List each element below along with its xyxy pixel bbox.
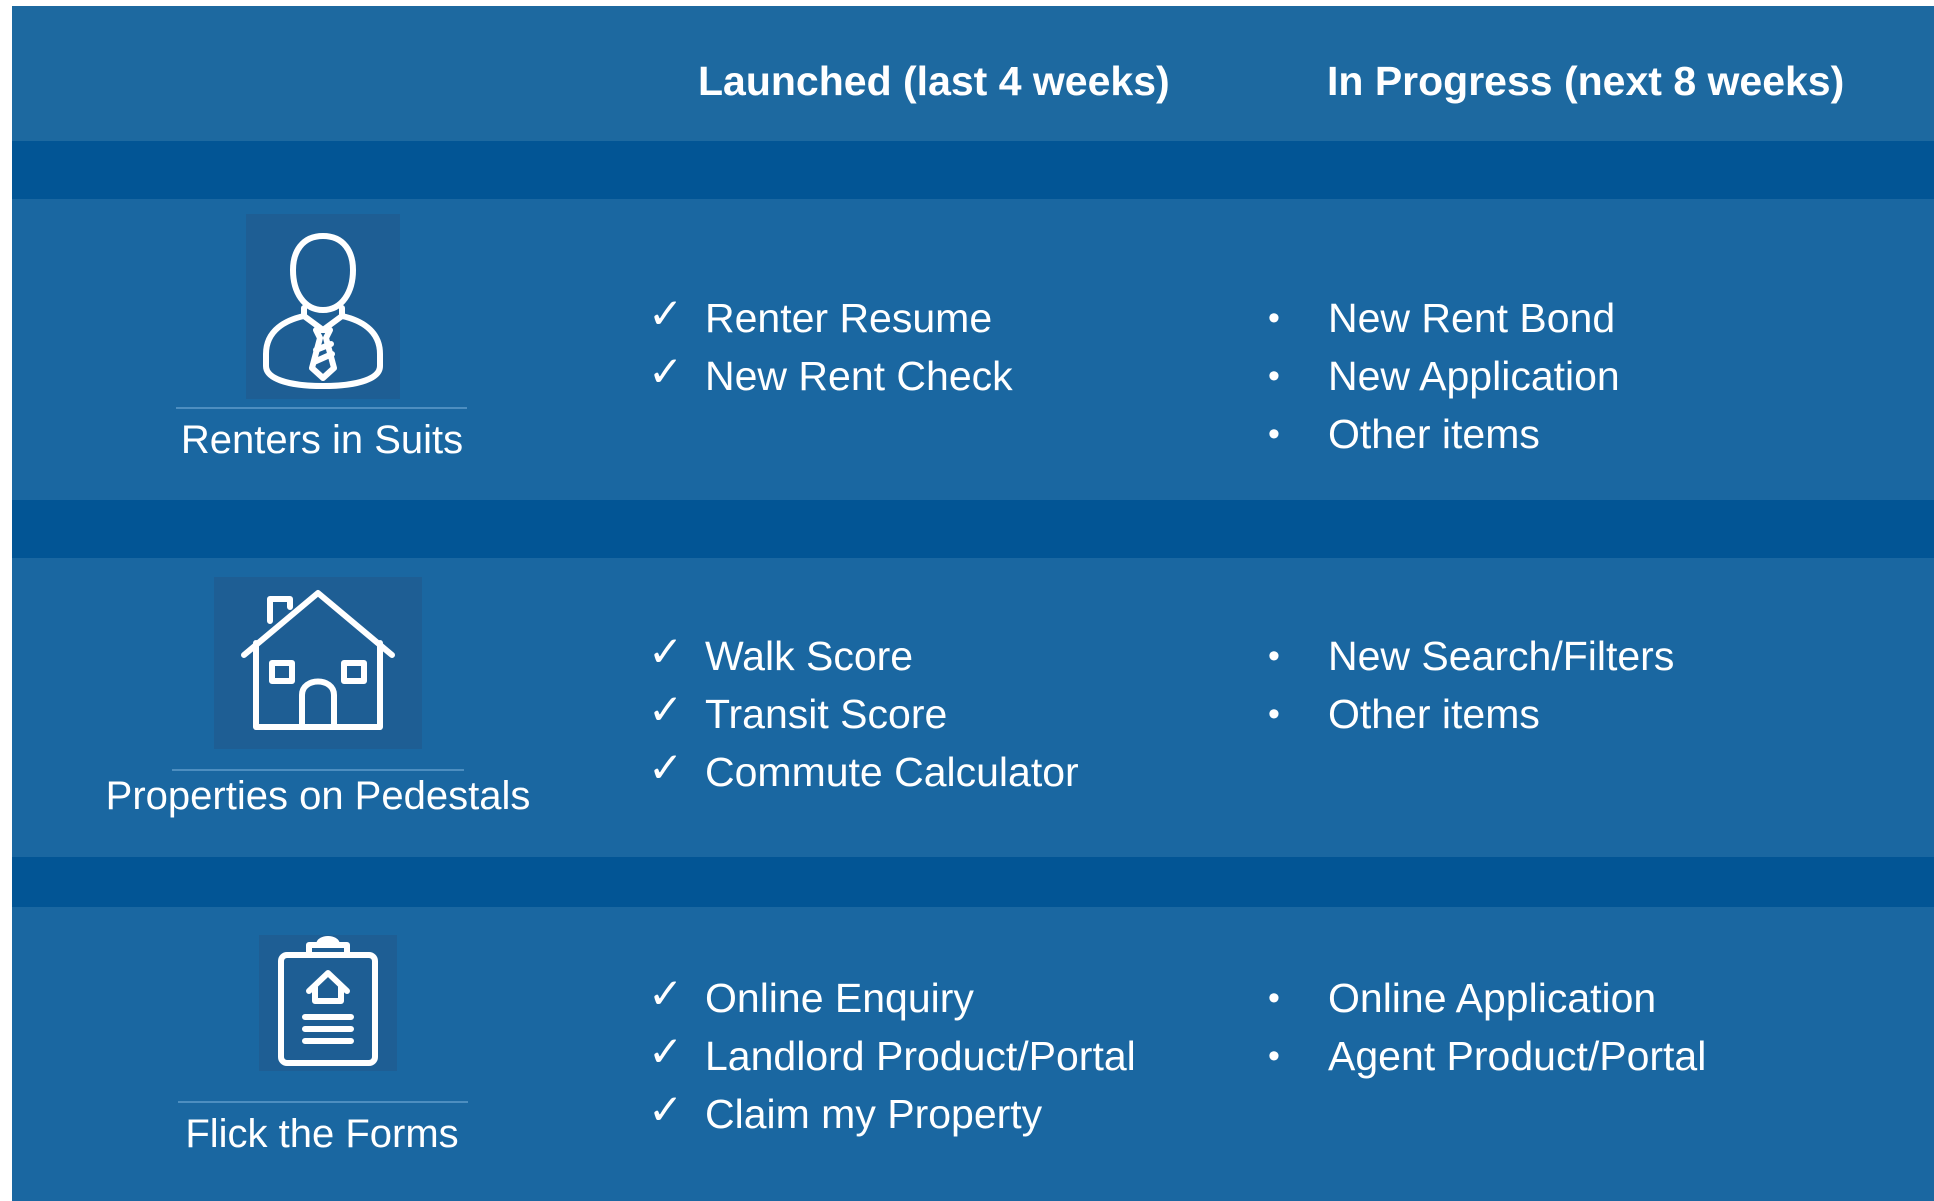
bullet-icon: • <box>1268 299 1280 337</box>
separator-band <box>12 141 1934 199</box>
list-item: ✓ Landlord Product/Portal <box>648 1028 1136 1079</box>
label-underline <box>178 1101 468 1103</box>
checkmark-icon: ✓ <box>648 628 684 675</box>
row-label: Flick the Forms <box>185 1112 459 1156</box>
list-item: ✓ New Rent Check <box>648 348 1013 399</box>
separator-band <box>12 857 1934 907</box>
label-underline <box>176 407 467 409</box>
row-flick-the-forms: Flick the Forms ✓ Online Enquiry ✓ Landlor… <box>12 907 1934 1201</box>
list-item: • Other items <box>1266 685 1674 743</box>
list-item: ✓ Commute Calculator <box>648 744 1079 795</box>
list-item: • New Search/Filters <box>1266 627 1674 685</box>
row-properties-on-pedestals: Properties on Pedestals ✓ Walk Score ✓ Tra… <box>12 558 1934 857</box>
checkmark-icon: ✓ <box>648 970 684 1017</box>
list-item: • Agent Product/Portal <box>1266 1027 1706 1085</box>
in-progress-list: • New Search/Filters • Other items <box>1266 627 1674 743</box>
in-progress-list: • Online Application • Agent Product/Porta… <box>1266 969 1706 1085</box>
launched-list: ✓ Renter Resume ✓ New Rent Check <box>648 289 1013 405</box>
house-icon <box>214 577 422 749</box>
list-item: ✓ Renter Resume <box>648 290 993 341</box>
bullet-icon: • <box>1268 637 1280 675</box>
launched-list: ✓ Online Enquiry ✓ Landlord Product/Portal… <box>648 969 1136 1143</box>
bullet-icon: • <box>1268 357 1280 395</box>
checkmark-icon: ✓ <box>648 348 684 395</box>
row-label: Renters in Suits <box>180 418 464 462</box>
table-header: Launched (last 4 weeks) In Progress (nex… <box>12 6 1934 141</box>
list-item: • New Application <box>1266 347 1620 405</box>
list-item: ✓ Walk Score <box>648 628 914 679</box>
bullet-icon: • <box>1268 415 1280 453</box>
list-item: ✓ Transit Score <box>648 686 948 737</box>
roadmap-table: Launched (last 4 weeks) In Progress (nex… <box>12 6 1934 1201</box>
bullet-icon: • <box>1268 1037 1280 1075</box>
checkmark-icon: ✓ <box>648 686 684 733</box>
list-item: ✓ Claim my Property <box>648 1086 1043 1137</box>
checkmark-icon: ✓ <box>648 1028 684 1075</box>
list-item: ✓ Online Enquiry <box>648 970 974 1021</box>
launched-column-title: Launched (last 4 weeks) <box>698 58 1170 104</box>
separator-band <box>12 500 1934 558</box>
checkmark-icon: ✓ <box>648 1086 684 1133</box>
list-item: • Online Application <box>1266 969 1706 1027</box>
in-progress-list: • New Rent Bond • New Application • Other i… <box>1266 289 1620 463</box>
list-item: • Other items <box>1266 405 1620 463</box>
bullet-icon: • <box>1268 979 1280 1017</box>
launched-list: ✓ Walk Score ✓ Transit Score ✓ Commute Calc… <box>648 627 1079 801</box>
list-item: • New Rent Bond <box>1266 289 1620 347</box>
clipboard-house-icon <box>259 935 397 1071</box>
checkmark-icon: ✓ <box>648 744 684 791</box>
person-in-suit-icon <box>246 214 400 399</box>
checkmark-icon: ✓ <box>648 290 684 337</box>
label-underline <box>172 769 464 771</box>
in-progress-column-title: In Progress (next 8 weeks) <box>1327 58 1845 104</box>
row-label: Properties on Pedestals <box>105 774 531 818</box>
bullet-icon: • <box>1268 695 1280 733</box>
row-renters-in-suits: Renters in Suits ✓ Renter Resume ✓ New Ren… <box>12 199 1934 500</box>
